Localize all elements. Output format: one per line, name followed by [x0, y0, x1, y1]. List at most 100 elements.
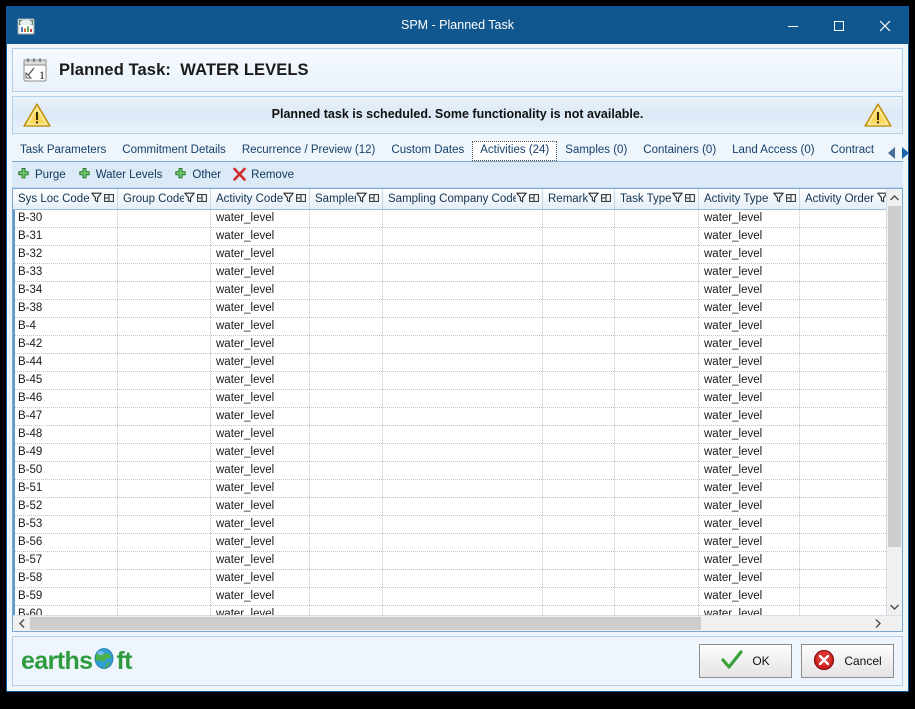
cell-activity_code[interactable]: water_level [211, 372, 310, 389]
cell-remark[interactable] [543, 408, 615, 425]
cell-remark[interactable] [543, 426, 615, 443]
cell-sys_loc_code[interactable]: B-44 [13, 354, 118, 371]
tab-samples-0[interactable]: Samples (0) [557, 141, 635, 161]
cell-group_code[interactable] [118, 444, 211, 461]
cell-remark[interactable] [543, 480, 615, 497]
table-row[interactable]: B-49water_levelwater_level [13, 444, 886, 462]
cell-task_type[interactable] [615, 426, 699, 443]
cell-group_code[interactable] [118, 516, 211, 533]
cell-sys_loc_code[interactable]: B-52 [13, 498, 118, 515]
cell-activity_code[interactable]: water_level [211, 516, 310, 533]
cell-task_type[interactable] [615, 354, 699, 371]
cell-sampling_company_code[interactable] [383, 426, 543, 443]
filter-funnel-icon[interactable] [516, 192, 527, 206]
cell-remark[interactable] [543, 534, 615, 551]
cell-activity_code[interactable]: water_level [211, 210, 310, 227]
vertical-scroll-track[interactable] [887, 206, 902, 598]
cell-sampler[interactable] [310, 444, 383, 461]
cell-remark[interactable] [543, 390, 615, 407]
column-menu-icon[interactable] [529, 193, 539, 206]
cell-sampling_company_code[interactable] [383, 300, 543, 317]
cell-remark[interactable] [543, 588, 615, 605]
table-row[interactable]: B-45water_levelwater_level [13, 372, 886, 390]
filter-funnel-icon[interactable] [283, 192, 294, 206]
column-header-sampler[interactable]: Sampler [310, 189, 383, 209]
cell-group_code[interactable] [118, 336, 211, 353]
cell-sys_loc_code[interactable]: B-32 [13, 246, 118, 263]
cell-activity_code[interactable]: water_level [211, 606, 310, 615]
cell-activity_code[interactable]: water_level [211, 498, 310, 515]
table-row[interactable]: B-59water_levelwater_level [13, 588, 886, 606]
cell-activity_code[interactable]: water_level [211, 318, 310, 335]
cell-activity_code[interactable]: water_level [211, 462, 310, 479]
minimize-button[interactable] [770, 7, 816, 44]
column-header-remark[interactable]: Remark [543, 189, 615, 209]
cell-task_type[interactable] [615, 264, 699, 281]
cell-activity_order[interactable] [800, 354, 886, 371]
cell-sampler[interactable] [310, 318, 383, 335]
cell-activity_order[interactable] [800, 282, 886, 299]
cell-group_code[interactable] [118, 570, 211, 587]
table-row[interactable]: B-44water_levelwater_level [13, 354, 886, 372]
cell-sys_loc_code[interactable]: B-51 [13, 480, 118, 497]
cell-sampling_company_code[interactable] [383, 462, 543, 479]
cell-sampler[interactable] [310, 516, 383, 533]
cell-activity_order[interactable] [800, 516, 886, 533]
cell-task_type[interactable] [615, 408, 699, 425]
close-button[interactable] [862, 7, 908, 44]
cell-group_code[interactable] [118, 390, 211, 407]
cell-group_code[interactable] [118, 498, 211, 515]
cell-activity_code[interactable]: water_level [211, 552, 310, 569]
cell-sampler[interactable] [310, 552, 383, 569]
column-header-activity-type[interactable]: Activity Type [699, 189, 800, 209]
cell-sampler[interactable] [310, 606, 383, 615]
cell-sampler[interactable] [310, 480, 383, 497]
cell-sampler[interactable] [310, 462, 383, 479]
cell-activity_order[interactable] [800, 462, 886, 479]
cell-activity_code[interactable]: water_level [211, 444, 310, 461]
table-row[interactable]: B-53water_levelwater_level [13, 516, 886, 534]
cell-group_code[interactable] [118, 282, 211, 299]
cell-remark[interactable] [543, 318, 615, 335]
cell-task_type[interactable] [615, 462, 699, 479]
cell-sampling_company_code[interactable] [383, 516, 543, 533]
cell-sampling_company_code[interactable] [383, 264, 543, 281]
cell-remark[interactable] [543, 300, 615, 317]
cell-activity_type[interactable]: water_level [699, 462, 800, 479]
cell-group_code[interactable] [118, 210, 211, 227]
cell-group_code[interactable] [118, 228, 211, 245]
cell-activity_type[interactable]: water_level [699, 516, 800, 533]
cell-remark[interactable] [543, 516, 615, 533]
cell-activity_order[interactable] [800, 318, 886, 335]
column-header-sys-loc-code[interactable]: Sys Loc Code [13, 189, 118, 209]
cell-remark[interactable] [543, 606, 615, 615]
cell-activity_type[interactable]: water_level [699, 264, 800, 281]
cell-sys_loc_code[interactable]: B-30 [13, 210, 118, 227]
cell-group_code[interactable] [118, 480, 211, 497]
cell-remark[interactable] [543, 282, 615, 299]
cell-sys_loc_code[interactable]: B-58 [13, 570, 118, 587]
cell-sampler[interactable] [310, 426, 383, 443]
table-row[interactable]: B-58water_levelwater_level [13, 570, 886, 588]
cell-sys_loc_code[interactable]: B-49 [13, 444, 118, 461]
table-row[interactable]: B-50water_levelwater_level [13, 462, 886, 480]
cell-activity_code[interactable]: water_level [211, 480, 310, 497]
cell-sys_loc_code[interactable]: B-57 [13, 552, 118, 569]
tab-recurrence-preview-12[interactable]: Recurrence / Preview (12) [234, 141, 384, 161]
cell-group_code[interactable] [118, 552, 211, 569]
cell-sampler[interactable] [310, 372, 383, 389]
filter-funnel-icon[interactable] [184, 192, 195, 206]
cell-activity_code[interactable]: water_level [211, 426, 310, 443]
filter-funnel-icon[interactable] [672, 192, 683, 206]
filter-funnel-icon[interactable] [356, 192, 367, 206]
scroll-up-arrow[interactable] [887, 189, 902, 206]
cell-task_type[interactable] [615, 336, 699, 353]
cell-activity_code[interactable]: water_level [211, 336, 310, 353]
cell-sampler[interactable] [310, 408, 383, 425]
cell-sys_loc_code[interactable]: B-31 [13, 228, 118, 245]
cell-activity_type[interactable]: water_level [699, 246, 800, 263]
column-header-activity-code[interactable]: Activity Code [211, 189, 310, 209]
cell-activity_type[interactable]: water_level [699, 336, 800, 353]
cell-activity_code[interactable]: water_level [211, 300, 310, 317]
cell-activity_code[interactable]: water_level [211, 534, 310, 551]
